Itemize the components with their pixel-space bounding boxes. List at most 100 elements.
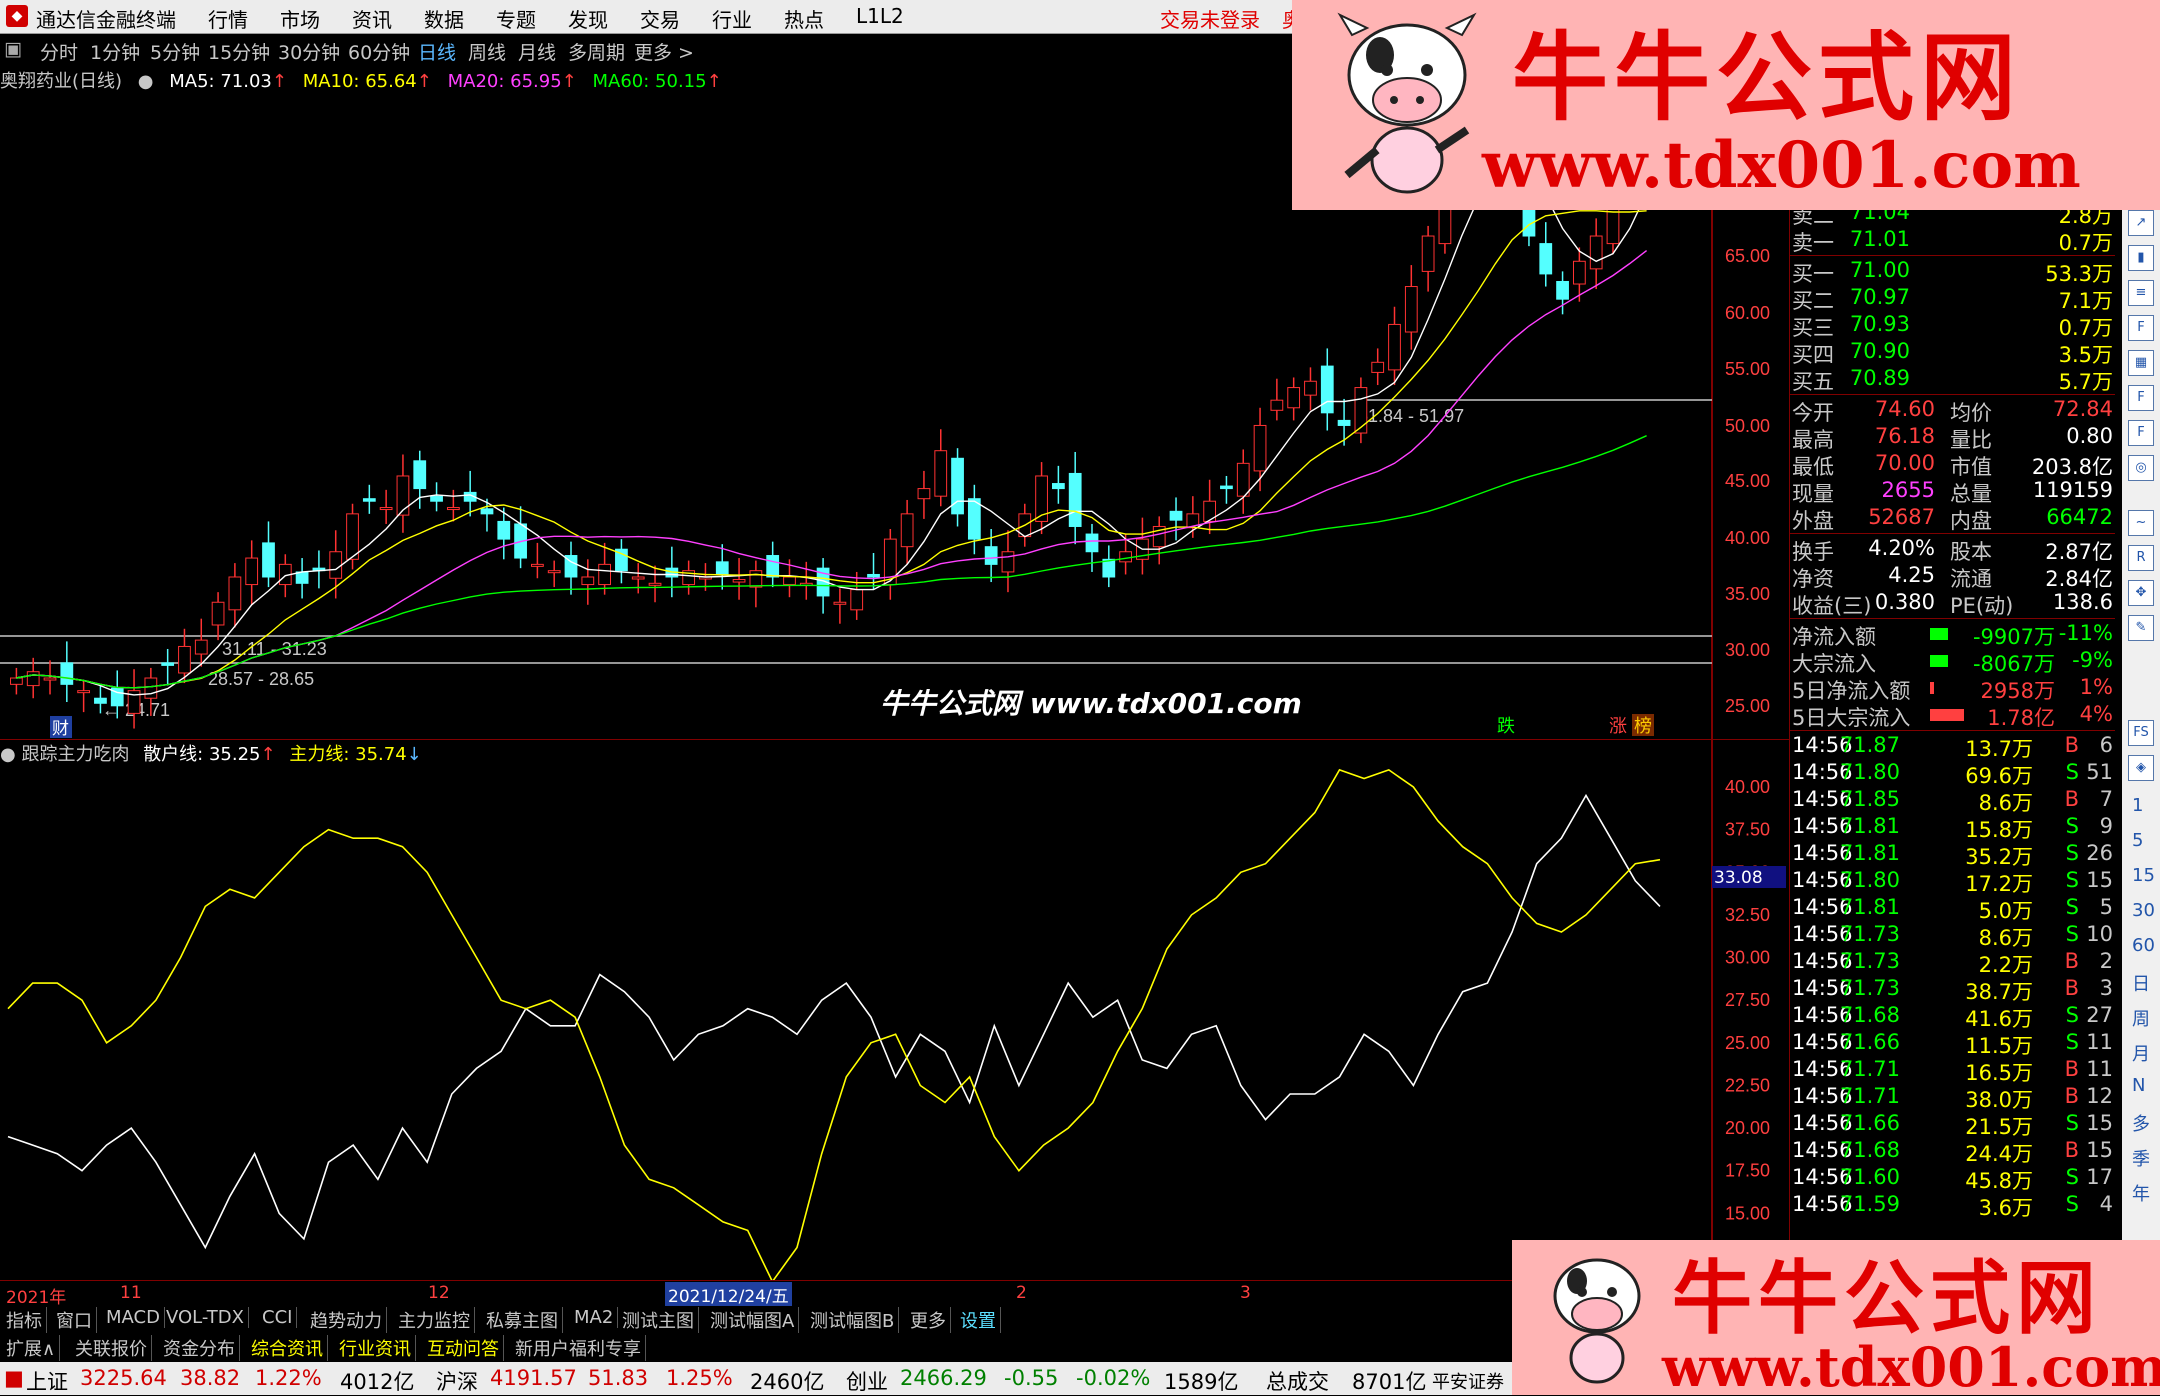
sub-tick: 17.50 — [1725, 1161, 1770, 1181]
tab-8[interactable]: MA2 — [570, 1307, 619, 1328]
candle-body — [1220, 485, 1233, 490]
grid-icon[interactable]: ▦ — [2128, 350, 2154, 376]
sh-label[interactable]: 上证 — [26, 1366, 68, 1396]
layout-toggle-icon[interactable]: ▣ — [4, 38, 22, 60]
period-shortcut[interactable]: 季 — [2132, 1145, 2150, 1171]
badge-cai[interactable]: 财 — [52, 719, 69, 739]
menu-item-hangqing[interactable]: 行情 — [208, 4, 248, 33]
menu-item-l1l2[interactable]: L1L2 — [856, 4, 904, 28]
period-multi[interactable]: 多周期 — [568, 38, 625, 65]
tab-13[interactable]: 设置 — [956, 1307, 1001, 1333]
tab-3[interactable]: VOL-TDX — [162, 1307, 249, 1328]
hs-label[interactable]: 沪深 — [436, 1366, 478, 1396]
tab-3[interactable]: 综合资讯 — [247, 1335, 328, 1361]
tab-6[interactable]: 主力监控 — [394, 1307, 475, 1333]
stat-label: 总量 — [1950, 482, 1992, 506]
tab-10[interactable]: 测试幅图A — [706, 1307, 800, 1333]
period-15min[interactable]: 15分钟 — [208, 38, 270, 65]
badge-die[interactable]: 跌 — [1497, 716, 1515, 737]
tab-4[interactable]: CCI — [258, 1307, 298, 1328]
period-shortcut[interactable]: 多 — [2132, 1110, 2150, 1136]
cy-label[interactable]: 创业 — [846, 1366, 888, 1396]
menu-item-shuju[interactable]: 数据 — [424, 4, 464, 33]
buy-price: 70.90 — [1849, 339, 1910, 363]
sell-row: 卖一 71.01 0.7万 — [1790, 227, 2115, 255]
tab-2[interactable]: MACD — [102, 1307, 165, 1328]
trade-status[interactable]: 交易未登录 — [1160, 4, 1260, 33]
period-60min[interactable]: 60分钟 — [348, 38, 410, 65]
menu-item-zixun[interactable]: 资讯 — [352, 4, 392, 33]
share-icon[interactable]: ◈ — [2128, 755, 2154, 781]
period-weekly[interactable]: 周线 — [468, 38, 506, 65]
tick-volume: 21.5万 — [1965, 1115, 2033, 1139]
move-icon[interactable]: ✥ — [2128, 580, 2154, 606]
menu-item-faxian[interactable]: 发现 — [568, 4, 608, 33]
f12-icon[interactable]: F — [2128, 420, 2154, 446]
tab-9[interactable]: 测试主图 — [618, 1307, 699, 1333]
tick-price: 71.60 — [1839, 1165, 1900, 1189]
stat-label: 收益(三) — [1792, 594, 1872, 618]
chart-icon[interactable]: ↗ — [2128, 210, 2154, 236]
menu-item-redian[interactable]: 热点 — [784, 4, 824, 33]
badge-zhang[interactable]: 涨 — [1609, 716, 1627, 737]
list-icon[interactable]: ≡ — [2128, 280, 2154, 306]
target-icon[interactable]: ◎ — [2128, 455, 2154, 481]
period-shortcut[interactable]: 1 — [2132, 795, 2143, 816]
period-more[interactable]: 更多 > — [634, 38, 694, 65]
tab-1[interactable]: 关联报价 — [71, 1335, 152, 1361]
tick-count: 5 — [2099, 895, 2113, 919]
sub-indicator-chart[interactable]: 40.0037.5035.0032.5030.0027.5025.0022.50… — [0, 740, 1790, 1280]
period-1min[interactable]: 1分钟 — [90, 38, 140, 65]
candle-body — [362, 498, 376, 502]
menu-item-hangye[interactable]: 行业 — [712, 4, 752, 33]
tick-volume: 16.5万 — [1965, 1061, 2033, 1085]
stat-label: 现量 — [1792, 482, 1834, 506]
fs-icon[interactable]: FS — [2128, 720, 2154, 746]
tab-11[interactable]: 测试幅图B — [806, 1307, 900, 1333]
period-fenshi[interactable]: 分时 — [40, 38, 78, 65]
period-5min[interactable]: 5分钟 — [150, 38, 200, 65]
tab-5[interactable]: 互动问答 — [423, 1335, 504, 1361]
flow-label: 5日大宗流入 — [1792, 706, 1911, 730]
date-label: 11 — [120, 1283, 142, 1303]
tab-6[interactable]: 新用户福利专享 — [511, 1335, 646, 1361]
period-shortcut[interactable]: 月 — [2132, 1040, 2150, 1066]
stat-label: 流通 — [1950, 567, 1992, 591]
fin-icon[interactable]: F — [2128, 315, 2154, 341]
badge-bang[interactable]: 榜 — [1634, 716, 1652, 737]
tab-4[interactable]: 行业资讯 — [335, 1335, 416, 1361]
period-shortcut[interactable]: 周 — [2132, 1005, 2150, 1031]
menu-item-zhuanti[interactable]: 专题 — [496, 4, 536, 33]
period-shortcut[interactable]: 日 — [2132, 970, 2150, 996]
period-shortcut[interactable]: 60 — [2132, 935, 2155, 956]
tab-2[interactable]: 资金分布 — [159, 1335, 240, 1361]
candle-body — [1421, 235, 1435, 272]
period-shortcut[interactable]: 30 — [2132, 900, 2155, 921]
period-30min[interactable]: 30分钟 — [278, 38, 340, 65]
tick-count: 27 — [2086, 1003, 2113, 1027]
period-shortcut[interactable]: 15 — [2132, 865, 2155, 886]
rsi-icon[interactable]: R — [2128, 545, 2154, 571]
tick-volume: 2.2万 — [1978, 953, 2033, 977]
menu-item-shichang[interactable]: 市场 — [280, 4, 320, 33]
period-shortcut[interactable]: N — [2132, 1075, 2145, 1096]
tab-1[interactable]: 窗口 — [52, 1307, 97, 1333]
menu-item-jiaoyi[interactable]: 交易 — [640, 4, 680, 33]
period-monthly[interactable]: 月线 — [518, 38, 556, 65]
settings-icon[interactable]: ● — [138, 71, 154, 92]
buy-price: 70.89 — [1849, 366, 1910, 390]
tick-price: 71.81 — [1839, 895, 1900, 919]
tab-7[interactable]: 私募主图 — [482, 1307, 563, 1333]
bar-icon[interactable]: ▮ — [2128, 245, 2154, 271]
period-daily[interactable]: 日线 — [418, 38, 456, 65]
tick-volume: 69.6万 — [1965, 764, 2033, 788]
tab-0[interactable]: 扩展∧ — [2, 1335, 61, 1361]
tab-12[interactable]: 更多 — [906, 1307, 951, 1333]
period-shortcut[interactable]: 年 — [2132, 1180, 2150, 1206]
pen-icon[interactable]: ✎ — [2128, 615, 2154, 641]
tab-5[interactable]: 趋势动力 — [306, 1307, 387, 1333]
period-shortcut[interactable]: 5 — [2132, 830, 2143, 851]
f10-icon[interactable]: F — [2128, 385, 2154, 411]
tab-0[interactable]: 指标 — [2, 1307, 47, 1333]
trend-icon[interactable]: ~ — [2128, 510, 2154, 536]
